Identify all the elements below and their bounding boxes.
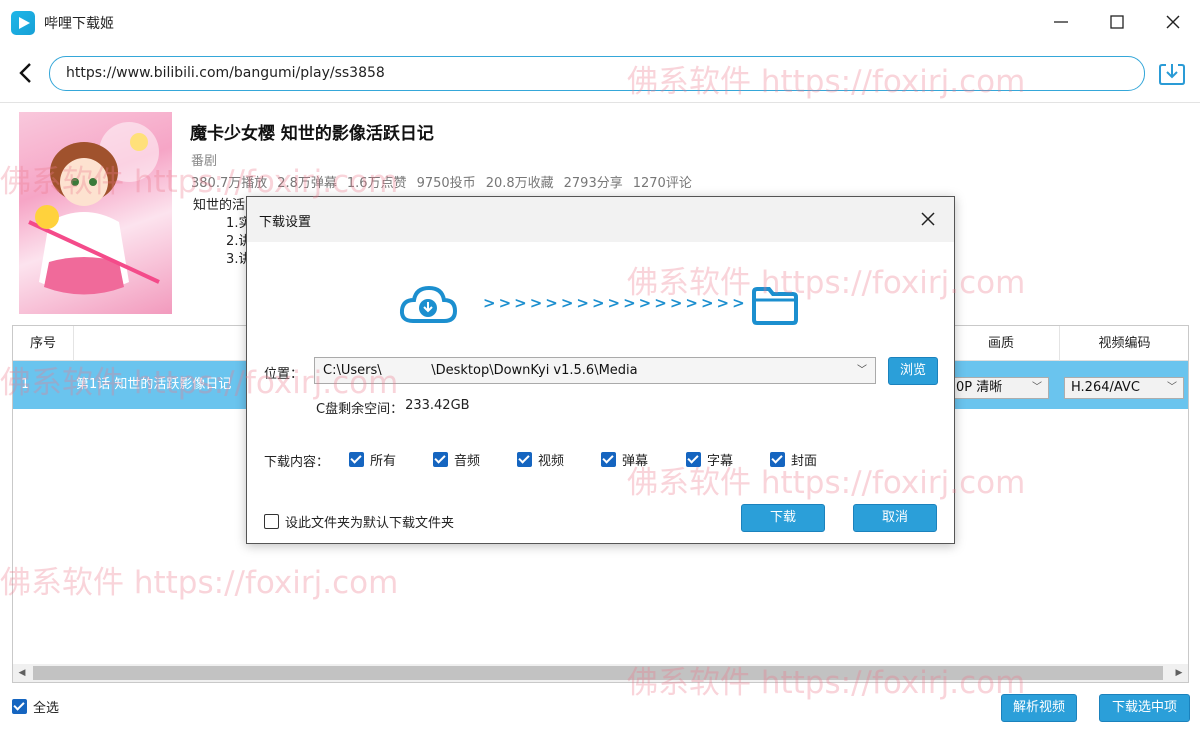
chevron-left-icon [19,63,31,83]
checkbox-checked-icon [770,452,785,467]
close-icon [921,212,935,226]
scroll-right-icon[interactable]: ▶ [1170,664,1188,682]
header-codec[interactable]: 视频编码 [1059,326,1190,361]
video-type: 番剧 [191,154,218,169]
option-subtitle-checkbox[interactable]: 字幕 [686,450,733,469]
location-value: C:\Users\ \Desktop\DownKyi v1.5.6\Media [323,363,638,378]
scroll-left-icon[interactable]: ◀ [13,664,31,682]
download-content-label: 下载内容： [264,455,330,470]
minimize-button[interactable] [1038,6,1084,38]
stat-comments: 1270评论 [632,176,692,191]
close-window-button[interactable] [1150,6,1196,38]
url-input[interactable]: https://www.bilibili.com/bangumi/play/ss… [49,56,1145,91]
row-episode-name: 第1话 知世的活跃影像日记 [76,377,232,392]
chevron-down-icon: ﹀ [1167,382,1177,393]
chevron-down-icon: ﹀ [857,365,867,376]
desc-line: 1.实 [193,216,252,231]
app-title: 哔哩下载姬 [44,16,114,32]
stat-shares: 2793分享 [563,176,623,191]
codec-select[interactable]: H.264/AVC ﹀ [1064,377,1184,399]
option-video-checkbox[interactable]: 视频 [517,450,564,469]
download-tray-icon [1159,64,1185,85]
close-icon [1166,15,1180,29]
dialog-close-button[interactable] [918,209,938,229]
stat-likes: 1.6万点赞 [346,176,407,191]
app-window: 哔哩下载姬 https://www.bilibili.com/bangumi/p… [0,0,1200,739]
checkbox-checked-icon [601,452,616,467]
minimize-icon [1054,21,1068,23]
header-divider [73,326,74,361]
select-all-checkbox[interactable]: 全选 [12,697,59,716]
video-stats: 380.7万播放 2.8万弹幕 1.6万点赞 9750投币 20.8万收藏 27… [191,172,692,191]
stat-coins: 9750投币 [416,176,476,191]
option-label: 字幕 [707,454,734,469]
location-select[interactable]: C:\Users\ \Desktop\DownKyi v1.5.6\Media … [314,357,876,384]
quality-select[interactable]: 0P 清晰 ﹀ [949,377,1049,399]
desc-line: 3.讲 [193,252,252,267]
folder-icon [751,286,799,330]
option-cover-checkbox[interactable]: 封面 [770,450,817,469]
video-title: 魔卡少女樱 知世的影像活跃日记 [190,124,434,144]
option-label: 音频 [454,454,481,469]
quality-value: 0P 清晰 [956,380,1003,395]
cloud-download-icon [399,283,458,329]
stat-favorites: 20.8万收藏 [485,176,554,191]
option-danmaku-checkbox[interactable]: 弹幕 [601,450,648,469]
scrollbar-thumb[interactable] [33,666,1163,680]
checkbox-checked-icon [517,452,532,467]
app-logo-icon [11,11,35,35]
maximize-button[interactable] [1094,6,1140,38]
header-index[interactable]: 序号 [13,326,73,361]
location-label: 位置： [264,367,304,382]
maximize-icon [1110,15,1124,29]
video-description: 知世的活 1.实 2.讲 3.讲 [193,197,251,269]
option-label: 所有 [370,454,397,469]
horizontal-scrollbar[interactable]: ◀ ▶ [13,664,1188,682]
chevron-down-icon: ﹀ [1032,382,1042,393]
option-label: 封面 [791,454,818,469]
checkbox-checked-icon [433,452,448,467]
dialog-header: 下载设置 [247,197,954,242]
download-selected-button[interactable]: 下载选中项 [1099,694,1190,722]
checkbox-unchecked-icon [264,514,279,529]
back-button[interactable] [12,60,38,86]
codec-value: H.264/AVC [1071,380,1140,395]
stat-danmaku: 2.8万弹幕 [277,176,337,191]
select-all-label: 全选 [33,701,60,716]
row-index: 1 [21,377,30,392]
checkbox-checked-icon [349,452,364,467]
option-label: 视频 [538,454,565,469]
header-divider [0,102,1200,103]
desc-line: 2.讲 [193,234,252,249]
option-label: 弹幕 [622,454,649,469]
download-manager-button[interactable] [1157,60,1187,88]
option-all-checkbox[interactable]: 所有 [349,450,396,469]
free-space-info: C盘剩余空间： 233.42GB [316,398,470,417]
option-audio-checkbox[interactable]: 音频 [433,450,480,469]
stat-views: 380.7万播放 [191,176,268,191]
header-quality[interactable]: 画质 [943,326,1059,361]
free-space-label: C盘剩余空间： [316,402,404,417]
checkbox-checked-icon [12,699,27,714]
desc-line: 知世的活 [193,198,246,213]
title-bar: 哔哩下载姬 [0,0,1200,44]
parse-video-button[interactable]: 解析视频 [1001,694,1077,722]
download-settings-dialog: 下载设置 >>>>>>>>>>>>>>>>> 位置： C:\Users\ \De… [246,196,955,544]
transfer-arrows: >>>>>>>>>>>>>>>>> [483,294,748,312]
free-space-value: 233.42GB [405,398,470,413]
set-default-label: 设此文件夹为默认下载文件夹 [285,516,455,531]
browse-button[interactable]: 浏览 [888,357,938,385]
checkbox-checked-icon [686,452,701,467]
cancel-button[interactable]: 取消 [853,504,937,532]
set-default-folder-checkbox[interactable]: 设此文件夹为默认下载文件夹 [264,512,454,531]
video-cover-image [19,112,172,314]
download-button[interactable]: 下载 [741,504,825,532]
cover-illustration-icon [28,122,160,295]
dialog-title: 下载设置 [259,215,312,230]
